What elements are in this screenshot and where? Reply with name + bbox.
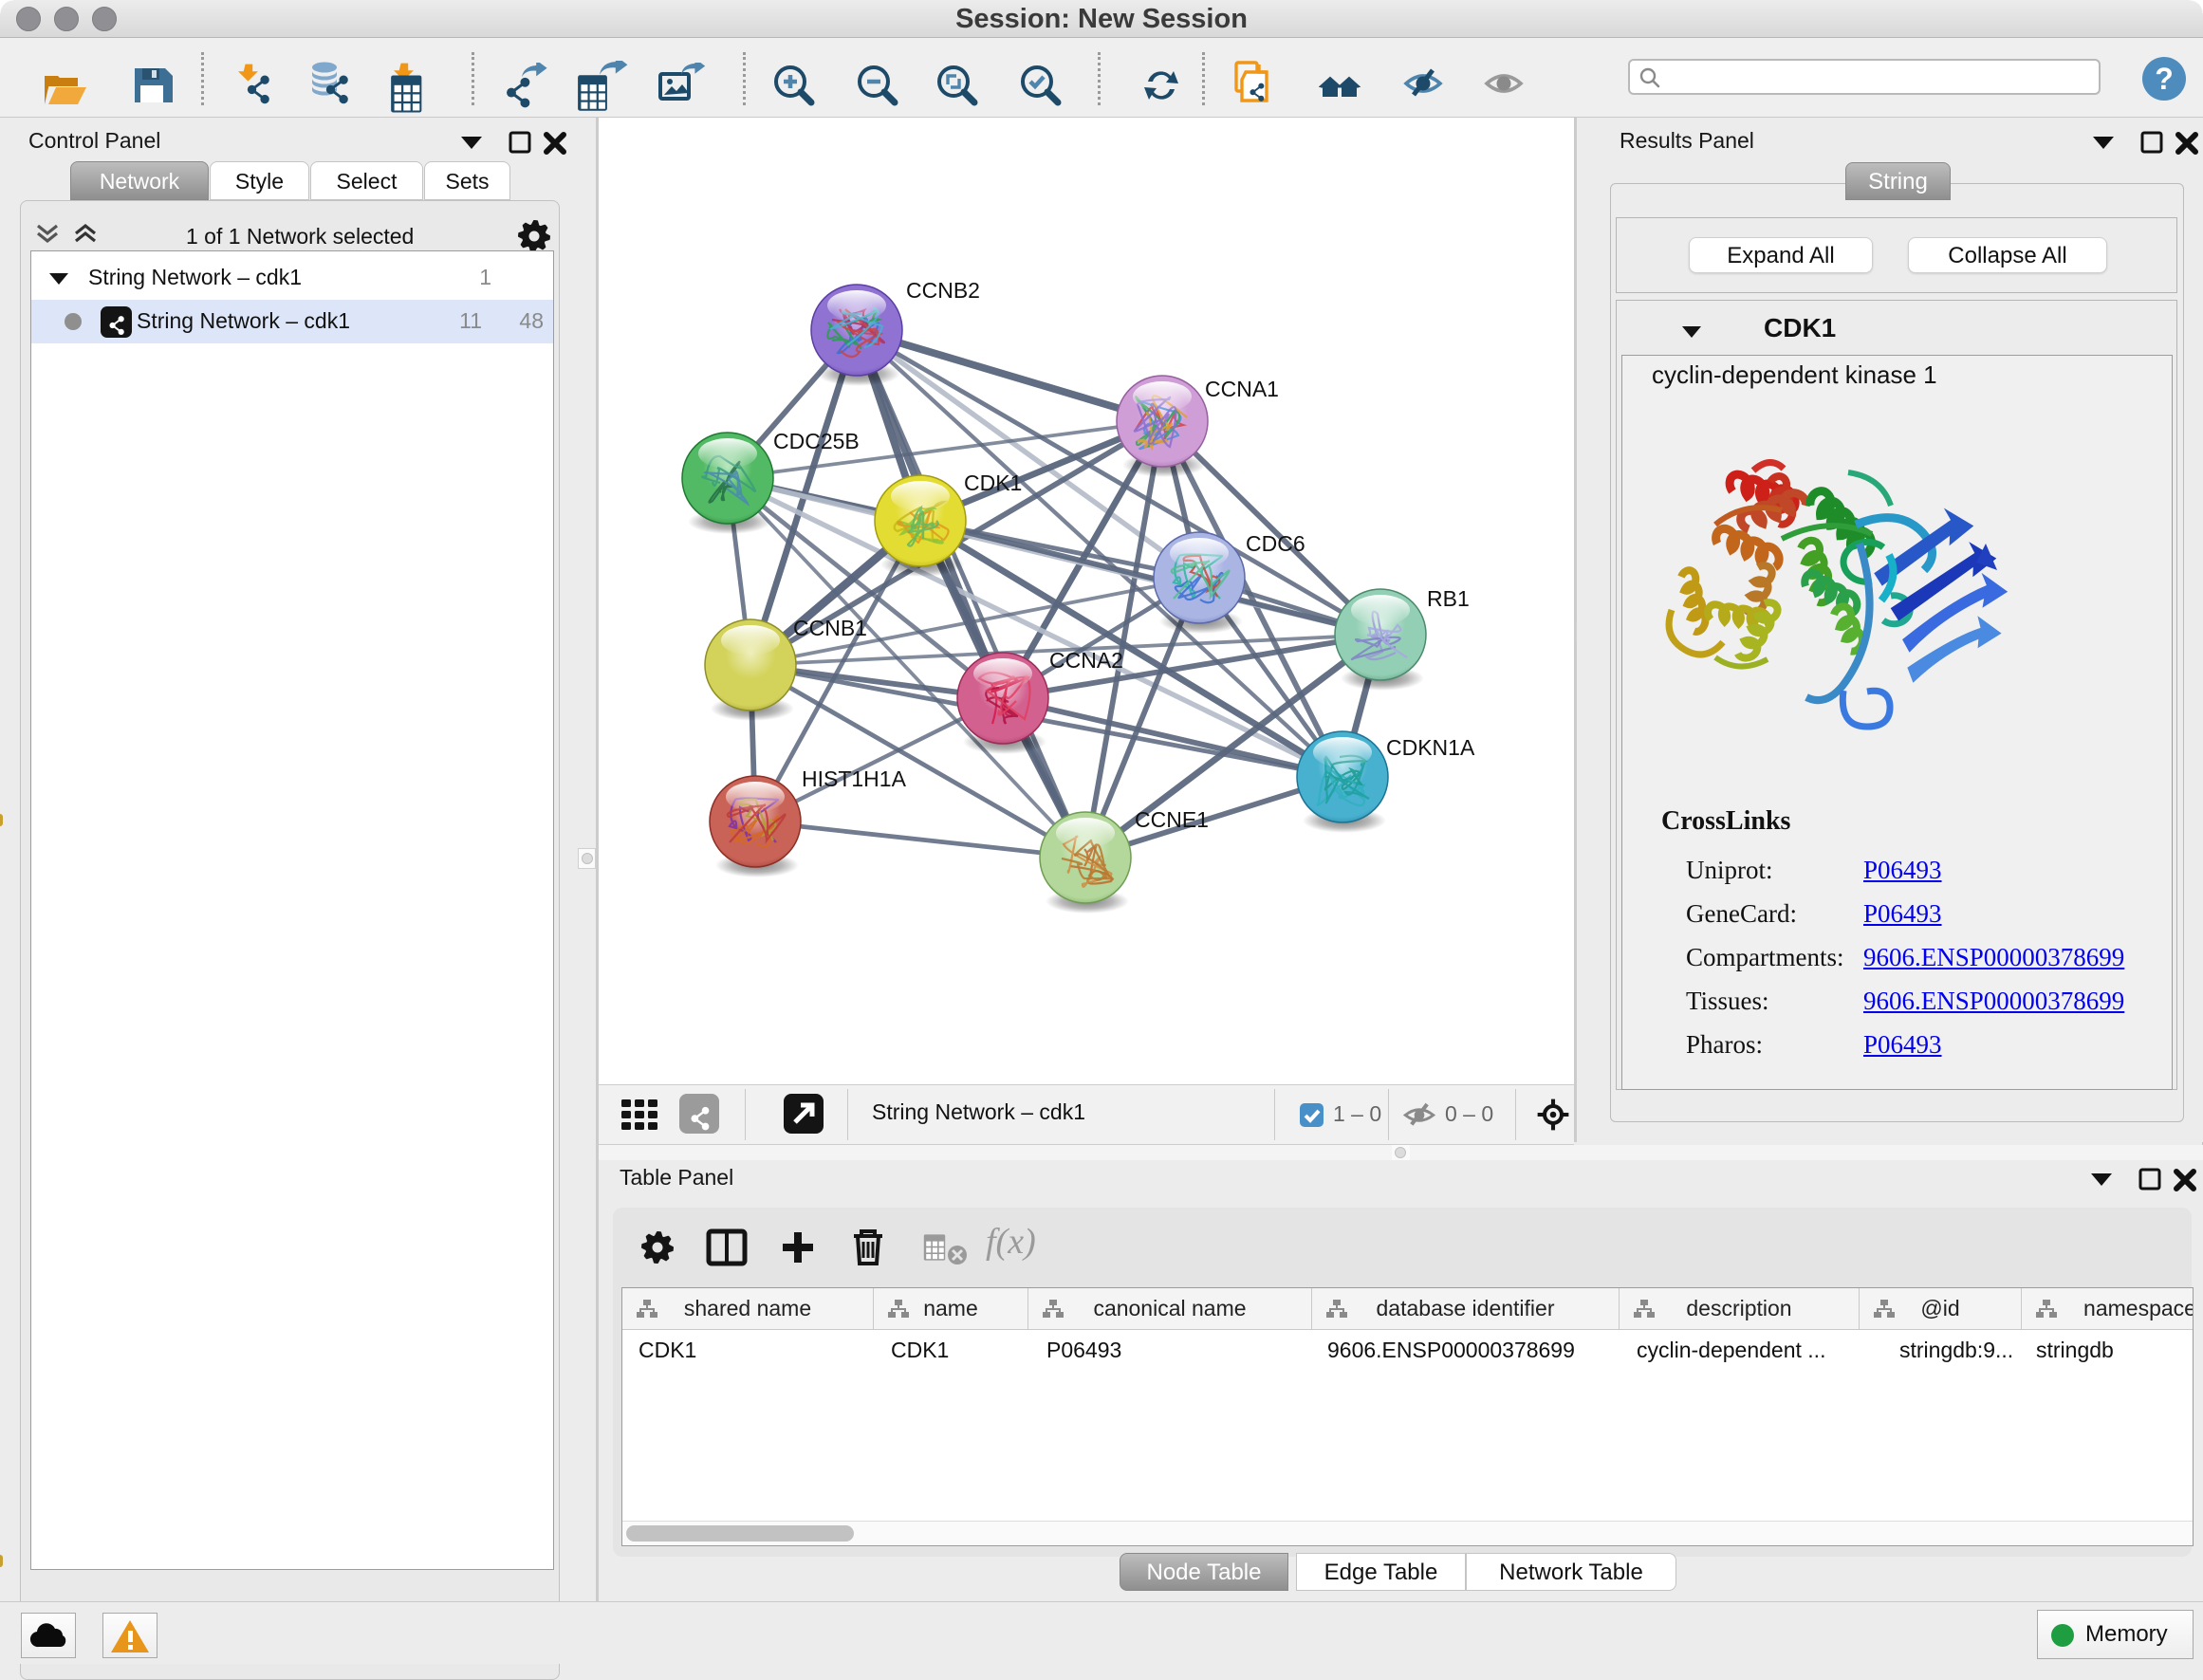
svg-text:CDC6: CDC6 — [1246, 531, 1305, 556]
svg-text:CDC25B: CDC25B — [773, 429, 860, 453]
svg-text:CCNA2: CCNA2 — [1049, 648, 1123, 673]
svg-text:CCNB1: CCNB1 — [793, 616, 867, 640]
svg-text:HIST1H1A: HIST1H1A — [802, 766, 907, 791]
svg-text:RB1: RB1 — [1427, 586, 1470, 611]
svg-text:CCNB2: CCNB2 — [906, 278, 980, 303]
svg-text:CDKN1A: CDKN1A — [1386, 735, 1475, 760]
svg-text:CCNE1: CCNE1 — [1135, 807, 1209, 832]
svg-text:CCNA1: CCNA1 — [1205, 377, 1279, 401]
svg-text:CDK1: CDK1 — [964, 471, 1022, 495]
